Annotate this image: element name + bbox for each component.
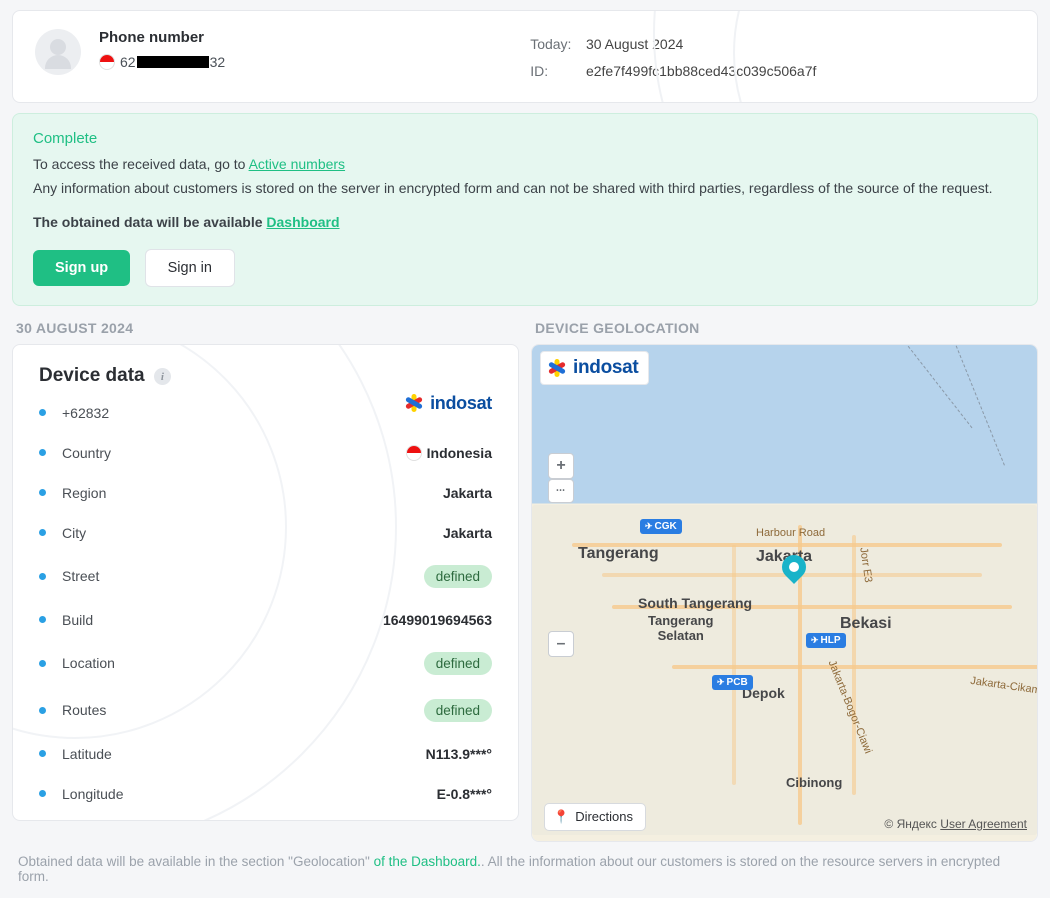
map-label-harbour: Harbour Road — [756, 527, 825, 539]
footer-note: Obtained data will be available in the s… — [12, 842, 1038, 888]
device-row: Region Jakarta — [39, 473, 492, 513]
header-title: Phone number — [99, 29, 530, 46]
directions-button[interactable]: 📍Directions — [544, 803, 646, 831]
map-card[interactable]: Tangerang South Tangerang Tangerang Sela… — [531, 344, 1038, 842]
device-row: Street defined — [39, 553, 492, 600]
flag-icon — [406, 445, 422, 461]
bullet-icon — [39, 616, 46, 623]
device-row-label: City — [62, 525, 86, 541]
header-card: Phone number 6232 Today: 30 August 2024 … — [12, 10, 1038, 103]
section-date: 30 AUGUST 2024 — [12, 320, 519, 336]
map-zoom-out[interactable]: – — [548, 631, 574, 657]
device-row-value: 16499019694563 — [383, 612, 492, 628]
device-card: Device data i indosat +62832 Country Indo… — [12, 344, 519, 821]
location-pin-icon: 📍 — [553, 809, 569, 825]
map-ruler-icon[interactable]: ••• — [548, 479, 574, 503]
signin-button[interactable]: Sign in — [145, 249, 235, 287]
active-numbers-link[interactable]: Active numbers — [249, 156, 345, 172]
id-label: ID: — [530, 58, 578, 85]
map-label-cibinong: Cibinong — [786, 775, 842, 790]
info-line2: Any information about customers is store… — [33, 177, 1017, 201]
device-row: Routes defined — [39, 687, 492, 734]
map-label-south-tangerang: South Tangerang — [638, 595, 752, 611]
device-row-label: Region — [62, 485, 106, 501]
avatar-icon — [35, 29, 81, 75]
map-carrier-badge: indosat — [540, 351, 649, 385]
info-line3: The obtained data will be available Dash… — [33, 211, 1017, 235]
device-row: Latitude N113.9***° — [39, 734, 492, 774]
map-surface[interactable]: Tangerang South Tangerang Tangerang Sela… — [532, 345, 1037, 841]
device-row: Build 16499019694563 — [39, 600, 492, 640]
bullet-icon — [39, 573, 46, 580]
map-label-tangerang: Tangerang — [578, 545, 659, 563]
device-row-label: Routes — [62, 702, 106, 718]
device-row-value: Jakarta — [443, 485, 492, 501]
today-label: Today: — [530, 31, 578, 58]
device-row-label: Location — [62, 655, 115, 671]
device-row-label: Build — [62, 612, 93, 628]
device-row-value: defined — [424, 699, 492, 722]
device-row-value: defined — [424, 565, 492, 588]
info-line1: To access the received data, go to Activ… — [33, 153, 1017, 177]
bullet-icon — [39, 660, 46, 667]
bullet-icon — [39, 707, 46, 714]
map-label-bekasi: Bekasi — [840, 615, 892, 633]
info-title: Complete — [33, 130, 97, 147]
bullet-icon — [39, 409, 46, 416]
bullet-icon — [39, 489, 46, 496]
device-title: Device data i — [39, 365, 492, 387]
info-icon[interactable]: i — [154, 368, 171, 385]
flag-icon — [99, 54, 115, 70]
device-row-value: N113.9***° — [426, 746, 492, 762]
airport-cgk: CGK — [640, 519, 682, 534]
redaction-mask — [137, 56, 209, 68]
device-row-label: +62832 — [62, 405, 109, 421]
today-value: 30 August 2024 — [586, 36, 683, 52]
map-label-tangerang-selatan: Tangerang Selatan — [648, 613, 714, 643]
bullet-icon — [39, 790, 46, 797]
signup-button[interactable]: Sign up — [33, 250, 130, 286]
section-geo: DEVICE GEOLOCATION — [531, 320, 1038, 336]
id-value: e2fe7f499fc1bb88ced43c039c506a7f — [586, 63, 816, 79]
bullet-icon — [39, 750, 46, 757]
device-row-label: Country — [62, 445, 111, 461]
device-row: City Jakarta — [39, 513, 492, 553]
device-row-value: defined — [424, 652, 492, 675]
map-attribution: © Яндекс User Agreement — [884, 817, 1027, 831]
airport-hlp: HLP — [806, 633, 846, 648]
device-row-value: E-0.8***° — [437, 786, 492, 802]
carrier-logo: indosat — [404, 393, 492, 414]
airport-pcb: PCB — [712, 675, 753, 690]
header-phone: 6232 — [99, 54, 530, 70]
device-row-label: Longitude — [62, 786, 124, 802]
info-panel: Complete To access the received data, go… — [12, 113, 1038, 305]
dashboard-link[interactable]: Dashboard — [266, 214, 339, 230]
footer-dashboard-link[interactable]: of the Dashboard. — [374, 854, 481, 869]
device-row-label: Latitude — [62, 746, 112, 762]
device-row-value: Indonesia — [406, 445, 492, 461]
map-zoom-in[interactable]: + — [548, 453, 574, 479]
device-row-value: Jakarta — [443, 525, 492, 541]
device-row-label: Street — [62, 568, 99, 584]
user-agreement-link[interactable]: User Agreement — [940, 817, 1027, 831]
bullet-icon — [39, 449, 46, 456]
device-row: Location defined — [39, 640, 492, 687]
device-row: Country Indonesia — [39, 433, 492, 473]
bullet-icon — [39, 529, 46, 536]
